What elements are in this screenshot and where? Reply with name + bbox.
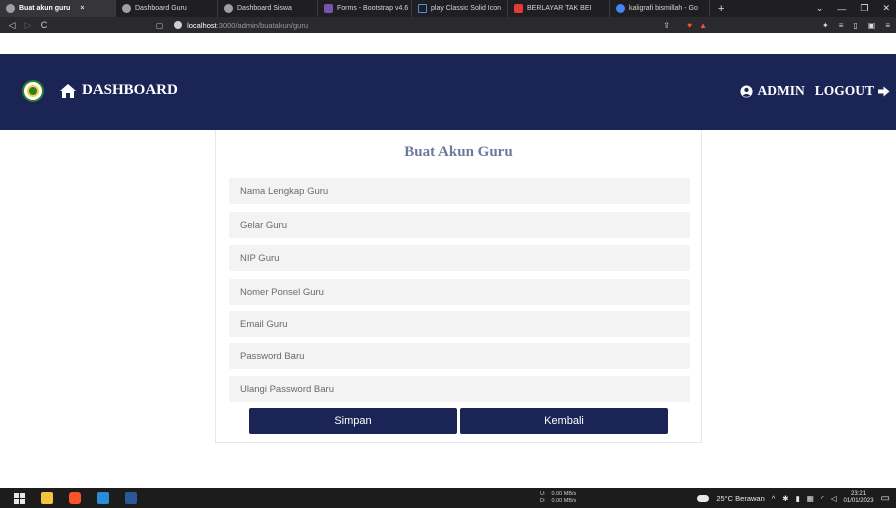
tab-kaligrafi[interactable]: kaligrafi bismillah - Go	[610, 0, 710, 17]
url-path: :3000/admin/buatakun/guru	[216, 20, 309, 30]
upload-speed: 0.00 MB/s	[551, 491, 577, 497]
browser-tab-strip: Buat akun guru × Dashboard Guru Dashboar…	[0, 0, 896, 17]
file-explorer-icon[interactable]	[41, 492, 53, 504]
chevron-up-icon[interactable]: ^	[772, 494, 776, 503]
nip-guru-input[interactable]	[229, 245, 690, 271]
flag-icon	[418, 4, 427, 13]
tab-title: Buat akun guru	[19, 5, 71, 12]
window-close-icon[interactable]: ✕	[882, 3, 890, 14]
brave-browser-icon[interactable]	[69, 492, 81, 504]
minimize-icon[interactable]: —	[837, 4, 846, 14]
wallet-icon[interactable]: ▣	[868, 21, 876, 30]
brave-rewards-icon[interactable]: ▲	[699, 21, 707, 30]
logout-label: LOGOUT	[814, 83, 874, 98]
upload-label: U:	[540, 491, 546, 497]
download-speed: 0.00 MB/s	[551, 498, 577, 504]
browser-address-bar: ◁ ▷ C ▢ localhost:3000/admin/buatakun/gu…	[0, 17, 896, 33]
windows-taskbar: U: D: 0.00 MB/s 0.00 MB/s 25°C Berawan ^…	[0, 488, 896, 508]
clock-date: 01/01/2023	[843, 498, 874, 504]
google-icon	[616, 4, 625, 13]
tab-title: Dashboard Siswa	[237, 5, 292, 12]
tab-title: play Classic Solid Icon	[431, 5, 502, 12]
clock[interactable]: 23:21 01/01/2023	[844, 491, 874, 505]
navbar-right: ADMIN LOGOUT	[740, 83, 890, 99]
extensions-icon[interactable]: ✦	[822, 21, 829, 30]
tab-list-icon[interactable]: ⌄	[816, 3, 824, 14]
password-baru-input[interactable]	[229, 343, 690, 369]
admin-link[interactable]: ADMIN	[740, 83, 805, 99]
window-controls: ⌄ — ❐ ✕	[816, 0, 896, 17]
tab-forms-bootstrap[interactable]: Forms - Bootstrap v4.6	[318, 0, 412, 17]
wifi-icon[interactable]: ◜	[821, 494, 824, 503]
school-logo	[22, 80, 44, 102]
back-icon[interactable]: ◁	[4, 20, 20, 31]
network-speed-widget: U: D: 0.00 MB/s 0.00 MB/s	[540, 491, 576, 505]
tab-title: Dashboard Guru	[135, 5, 187, 12]
network-icon[interactable]: ▦	[807, 494, 814, 503]
kembali-button[interactable]: Kembali	[460, 408, 668, 434]
tab-title: kaligrafi bismillah - Go	[629, 5, 698, 12]
youtube-icon	[514, 4, 523, 13]
nama-lengkap-guru-input[interactable]	[229, 178, 690, 204]
tab-buat-akun-guru[interactable]: Buat akun guru ×	[0, 0, 116, 17]
brave-shield-icon[interactable]: ♥	[687, 21, 692, 30]
clock-time: 23:21	[851, 491, 867, 497]
playlist-icon[interactable]: ≡	[839, 21, 844, 30]
browser-toolbar-right: ⇪ ♥ ▲ ✦ ≡ ▯ ▣ ≡	[663, 17, 890, 33]
nomer-ponsel-guru-input[interactable]	[229, 279, 690, 305]
ulangi-password-baru-input[interactable]	[229, 376, 690, 402]
vscode-icon[interactable]	[97, 492, 109, 504]
globe-icon	[224, 4, 233, 13]
share-icon[interactable]: ⇪	[663, 21, 670, 30]
sidebar-icon[interactable]: ▯	[853, 21, 857, 30]
site-info-icon[interactable]	[174, 21, 183, 29]
weather-text[interactable]: 25°C Berawan	[716, 494, 764, 503]
close-tab-icon[interactable]: ×	[80, 5, 84, 12]
email-guru-input[interactable]	[229, 311, 690, 337]
cloud-icon	[697, 494, 710, 502]
windows-start-icon[interactable]	[14, 492, 25, 504]
notifications-icon[interactable]: ▭	[881, 493, 890, 504]
url-field[interactable]: ▢ localhost:3000/admin/buatakun/guru	[156, 19, 690, 31]
bootstrap-icon	[324, 4, 333, 13]
globe-icon	[6, 4, 15, 13]
tab-berlayar[interactable]: BERLAYAR TAK BEI	[508, 0, 610, 17]
tab-dashboard-siswa[interactable]: Dashboard Siswa	[218, 0, 318, 17]
bookmark-icon[interactable]: ▢	[156, 21, 163, 30]
tab-play-classic-icon[interactable]: play Classic Solid Icon	[412, 0, 508, 17]
battery-icon[interactable]: ▮	[796, 494, 800, 503]
reload-icon[interactable]: C	[36, 20, 52, 30]
word-icon[interactable]	[125, 492, 137, 504]
restore-icon[interactable]: ❐	[860, 3, 868, 14]
forward-icon[interactable]: ▷	[20, 20, 36, 31]
url-host: localhost	[187, 20, 217, 30]
app-navbar: DASHBOARD ADMIN LOGOUT	[0, 54, 896, 130]
dashboard-link[interactable]: DASHBOARD	[60, 82, 178, 99]
admin-label: ADMIN	[757, 83, 805, 98]
download-label: D:	[540, 498, 546, 504]
logout-link[interactable]: LOGOUT	[815, 83, 890, 99]
simpan-button[interactable]: Simpan	[249, 408, 457, 434]
dashboard-label: DASHBOARD	[82, 82, 178, 98]
tab-dashboard-guru[interactable]: Dashboard Guru	[116, 0, 218, 17]
user-circle-icon	[740, 84, 754, 98]
new-tab-button[interactable]: +	[710, 3, 732, 15]
menu-icon[interactable]: ≡	[885, 21, 890, 30]
system-tray: 25°C Berawan ^ ✱ ▮ ▦ ◜ ◁ 23:21 01/01/202…	[697, 488, 890, 508]
home-icon	[60, 83, 76, 98]
globe-icon	[122, 4, 131, 13]
taskbar-pinned-apps	[14, 488, 137, 508]
tab-title: Forms - Bootstrap v4.6	[337, 5, 409, 12]
gelar-guru-input[interactable]	[229, 212, 690, 238]
sign-out-icon	[878, 86, 890, 96]
tray-app-icon[interactable]: ✱	[782, 494, 788, 503]
create-teacher-account-card: Buat Akun Guru Simpan Kembali	[215, 130, 702, 443]
form-title: Buat Akun Guru	[404, 144, 513, 160]
tab-title: BERLAYAR TAK BEI	[527, 5, 592, 12]
volume-icon[interactable]: ◁	[831, 494, 837, 503]
